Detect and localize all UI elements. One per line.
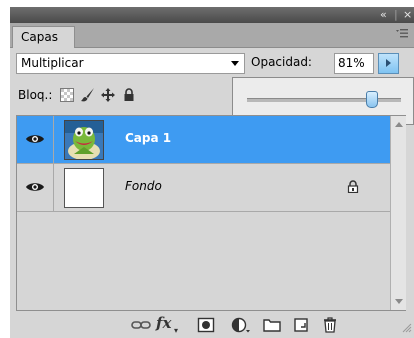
layer-name[interactable]: Fondo bbox=[125, 179, 162, 193]
eye-icon bbox=[26, 183, 44, 191]
chevron-down-icon bbox=[231, 61, 239, 66]
titlebar-separator: | bbox=[394, 8, 398, 21]
eye-icon bbox=[26, 135, 44, 143]
layer-row-fondo[interactable]: Fondo bbox=[17, 164, 391, 212]
blend-mode-value: Multiplicar bbox=[21, 56, 84, 70]
close-icon[interactable]: × bbox=[403, 8, 412, 22]
visibility-toggle[interactable] bbox=[17, 116, 54, 163]
group-folder-icon[interactable] bbox=[262, 316, 282, 334]
panel-menu-icon[interactable] bbox=[396, 29, 408, 41]
lock-transparency-icon[interactable] bbox=[59, 87, 75, 103]
delete-trash-icon[interactable] bbox=[320, 316, 340, 334]
layers-scrollbar[interactable] bbox=[390, 116, 406, 310]
link-layers-icon[interactable] bbox=[131, 316, 151, 334]
lock-pixels-brush-icon[interactable] bbox=[80, 87, 96, 103]
lock-label: Bloq.: bbox=[18, 88, 53, 102]
opacity-slider-toggle-button[interactable] bbox=[378, 53, 399, 74]
layers-list: Capa 1 Fondo bbox=[16, 115, 406, 311]
opacity-slider-track[interactable] bbox=[247, 91, 401, 108]
lock-all-icon[interactable] bbox=[121, 87, 137, 103]
fx-label: fx bbox=[156, 314, 172, 332]
blend-mode-select[interactable]: Multiplicar bbox=[16, 53, 245, 74]
tab-row: Capas bbox=[10, 23, 414, 48]
chevron-down-icon: ▾ bbox=[174, 326, 179, 335]
scroll-down-icon[interactable] bbox=[395, 299, 403, 304]
layer-style-fx-icon[interactable]: fx ▾ bbox=[156, 314, 180, 335]
layer-row-capa-1[interactable]: Capa 1 bbox=[17, 116, 391, 164]
new-layer-icon[interactable] bbox=[291, 316, 311, 334]
opacity-slider-thumb[interactable] bbox=[365, 91, 378, 108]
tab-capas[interactable]: Capas bbox=[12, 26, 75, 48]
visibility-toggle[interactable] bbox=[17, 164, 54, 211]
collapse-icon[interactable]: « bbox=[380, 8, 387, 22]
opacity-input[interactable]: 81% bbox=[334, 53, 374, 74]
lock-position-move-icon[interactable] bbox=[100, 87, 116, 103]
resize-grip-icon[interactable] bbox=[402, 322, 412, 336]
panel-titlebar[interactable]: « | × bbox=[10, 7, 414, 23]
layers-panel: « | × Capas Multiplicar Opacidad: 81% Bl… bbox=[10, 7, 414, 338]
layer-name[interactable]: Capa 1 bbox=[125, 131, 171, 145]
layer-thumbnail-kermit bbox=[64, 120, 104, 160]
layer-mask-icon[interactable] bbox=[196, 316, 216, 334]
layer-thumbnail-blank bbox=[64, 168, 104, 208]
opacity-label: Opacidad: bbox=[251, 55, 312, 69]
layer-lock-icon bbox=[347, 180, 359, 196]
layers-bottom-toolbar: fx ▾ bbox=[10, 313, 414, 338]
scroll-up-icon[interactable] bbox=[395, 122, 403, 127]
adjustment-layer-icon[interactable] bbox=[230, 316, 254, 334]
